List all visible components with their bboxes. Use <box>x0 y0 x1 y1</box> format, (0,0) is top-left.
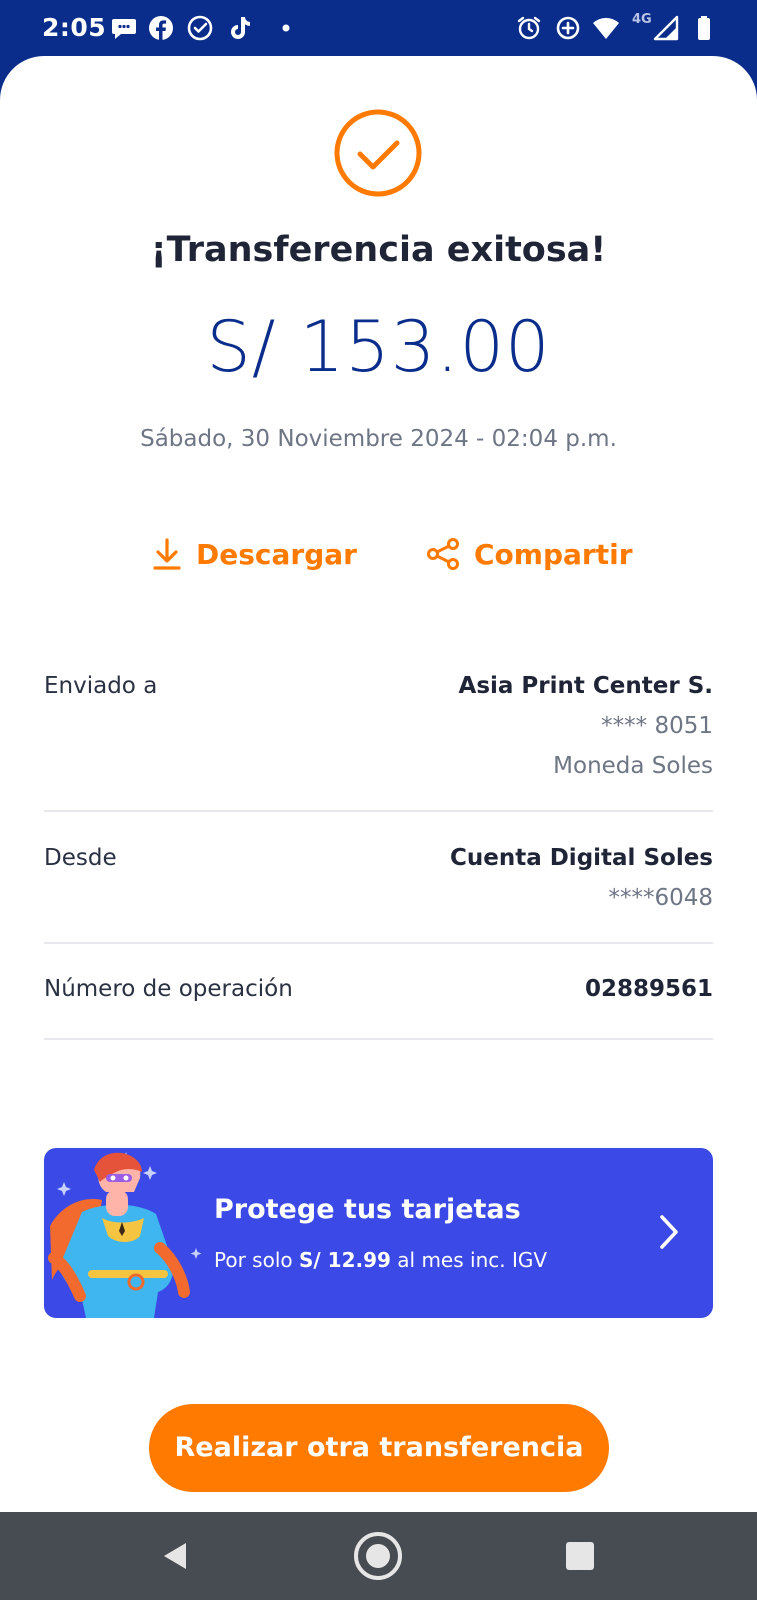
share-button[interactable]: Compartir <box>426 534 633 574</box>
detail-label: Desde <box>44 845 117 871</box>
chevron-right-icon <box>660 1215 678 1249</box>
data-saver-icon <box>556 16 580 40</box>
detail-values: 02889561 <box>585 969 713 1009</box>
operation-number: 02889561 <box>584 976 713 1002</box>
page-title: ¡Transferencia exitosa! <box>150 230 607 270</box>
signal-icon <box>653 15 679 41</box>
home-icon[interactable] <box>354 1532 402 1580</box>
promo-sub-prefix: Por solo <box>214 1248 293 1272</box>
facebook-icon <box>149 16 173 40</box>
recipient-name: Asia Print Center S. <box>458 673 713 699</box>
messages-icon <box>112 19 136 39</box>
detail-values: Asia Print Center S. **** 8051 Moneda So… <box>459 666 713 786</box>
recipient-account: **** 8051 <box>601 713 713 739</box>
new-transfer-button[interactable]: Realizar otra transferencia <box>149 1404 609 1492</box>
promo-sub-suffix: al mes inc. IGV <box>397 1248 548 1272</box>
recents-icon[interactable] <box>556 1532 604 1580</box>
share-label: Compartir <box>474 537 633 571</box>
share-icon <box>427 538 459 570</box>
detail-row-operation: Número de operación 02889561 <box>44 944 713 1040</box>
detail-label: Número de operación <box>44 976 293 1002</box>
status-time: 2:05 <box>42 13 107 42</box>
download-button[interactable]: Descargar <box>152 534 357 574</box>
navigation-bar <box>0 1512 757 1600</box>
back-icon[interactable] <box>152 1532 200 1580</box>
source-account-name: Cuenta Digital Soles <box>449 845 713 871</box>
detail-values: Cuenta Digital Soles ****6048 <box>450 838 713 918</box>
promo-subtitle: Por solo S/ 12.99 al mes inc. IGV <box>214 1248 547 1272</box>
tiktok-icon <box>231 17 250 39</box>
promo-price: S/ 12.99 <box>298 1248 391 1272</box>
check-circle-icon <box>334 109 422 197</box>
detail-label: Enviado a <box>44 673 158 699</box>
recipient-currency: Moneda Soles <box>553 753 713 779</box>
dot-icon <box>282 24 290 32</box>
receipt-card: ¡Transferencia exitosa! S/ 153.00 Sábado… <box>0 56 757 1512</box>
superhero-illustration <box>48 1152 202 1318</box>
battery-icon <box>698 16 710 40</box>
download-label: Descargar <box>196 537 357 571</box>
transfer-datetime: Sábado, 30 Noviembre 2024 - 02:04 p.m. <box>140 426 617 452</box>
promo-banner[interactable]: Protege tus tarjetas Por solo S/ 12.99 a… <box>44 1148 713 1318</box>
wifi-icon <box>593 17 619 39</box>
source-account-number: ****6048 <box>608 885 713 911</box>
detail-row-from: Desde Cuenta Digital Soles ****6048 <box>44 812 713 944</box>
alarm-icon <box>517 16 541 40</box>
promo-title: Protege tus tarjetas <box>214 1194 521 1225</box>
network-type-label: 4G <box>632 12 652 27</box>
check-circle-icon <box>187 15 213 41</box>
download-icon <box>153 538 181 570</box>
detail-row-sent-to: Enviado a Asia Print Center S. **** 8051… <box>44 670 713 812</box>
transfer-amount: S/ 153.00 <box>206 306 551 388</box>
status-bar: 2:05 4G <box>0 0 757 58</box>
